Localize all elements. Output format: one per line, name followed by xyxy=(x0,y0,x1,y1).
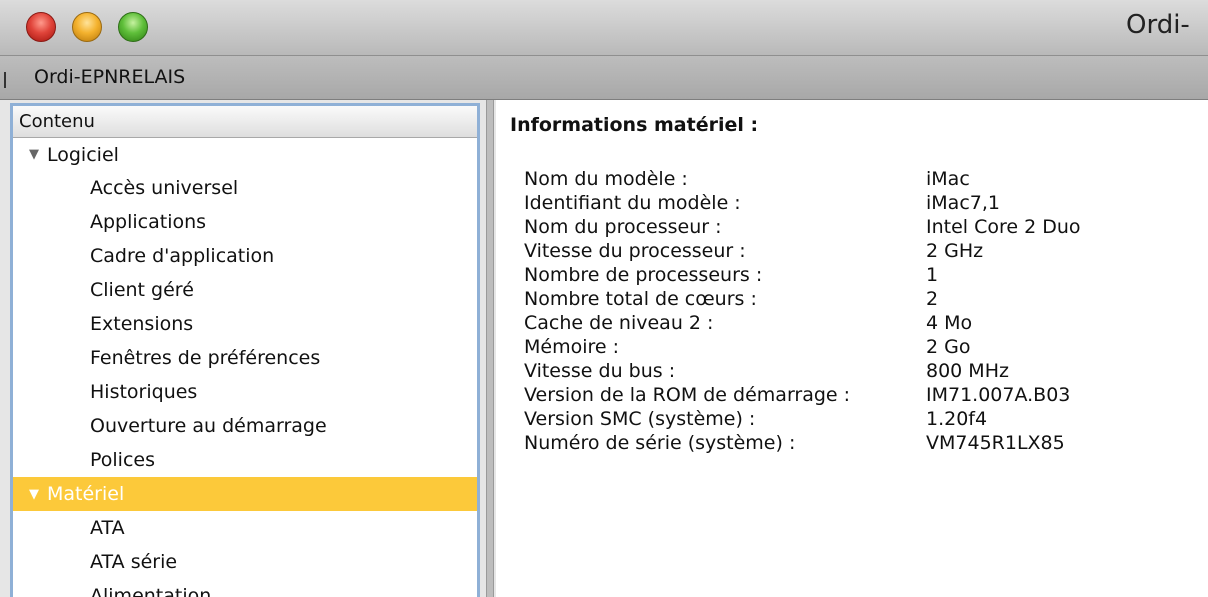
detail-pane: Informations matériel : Nom du modèle : i… xyxy=(496,100,1208,597)
content-area: Contenu ▼ Logiciel Accès universel Appli… xyxy=(0,100,1208,597)
info-row: Vitesse du processeur : 2 GHz xyxy=(524,240,1081,264)
sidebar-group-label: Logiciel xyxy=(47,143,119,166)
info-row: Vitesse du bus : 800 MHz xyxy=(524,360,1081,384)
sidebar-item-power[interactable]: Alimentation xyxy=(13,579,477,597)
info-value: IM71.007A.B03 xyxy=(926,384,1071,406)
info-label: Nombre de processeurs : xyxy=(524,264,763,286)
sidebar-item-ata[interactable]: ATA xyxy=(13,511,477,545)
disclosure-triangle-icon[interactable]: ▼ xyxy=(29,147,43,162)
info-label: Nom du processeur : xyxy=(524,216,722,238)
info-label: Vitesse du bus : xyxy=(524,360,676,382)
info-label: Mémoire : xyxy=(524,336,620,358)
sidebar-item-managed-client[interactable]: Client géré xyxy=(13,273,477,307)
left-edge-mark xyxy=(4,72,6,88)
sidebar-item-applications[interactable]: Applications xyxy=(13,205,477,239)
sidebar-item-extensions[interactable]: Extensions xyxy=(13,307,477,341)
info-row: Cache de niveau 2 : 4 Mo xyxy=(524,312,1081,336)
minimize-window-button[interactable] xyxy=(72,12,102,42)
sidebar-item-universal-access[interactable]: Accès universel xyxy=(13,171,477,205)
info-row: Identifiant du modèle : iMac7,1 xyxy=(524,192,1081,216)
info-value: VM745R1LX85 xyxy=(926,432,1065,454)
info-value: 2 xyxy=(926,288,939,310)
info-value: 1 xyxy=(926,264,939,286)
window-title: Ordi- xyxy=(1126,10,1190,40)
computer-name: Ordi-EPNRELAIS xyxy=(34,66,186,88)
sidebar-group-hardware[interactable]: ▼ Matériel xyxy=(13,477,477,511)
sidebar-group-label: Matériel xyxy=(47,483,125,505)
split-view-divider[interactable] xyxy=(486,100,494,597)
sidebar-item-startup-items[interactable]: Ouverture au démarrage xyxy=(13,409,477,443)
info-row: Version SMC (système) : 1.20f4 xyxy=(524,408,1081,432)
sidebar-item-frameworks[interactable]: Cadre d'application xyxy=(13,239,477,273)
info-value: 4 Mo xyxy=(926,312,973,334)
info-value: 1.20f4 xyxy=(926,408,988,430)
disclosure-triangle-icon[interactable]: ▼ xyxy=(29,487,43,502)
info-row: Mémoire : 2 Go xyxy=(524,336,1081,360)
sidebar-header: Contenu xyxy=(13,106,477,138)
info-label: Numéro de série (système) : xyxy=(524,432,796,454)
info-row: Nom du processeur : Intel Core 2 Duo xyxy=(524,216,1081,240)
info-label: Nombre total de cœurs : xyxy=(524,288,757,310)
info-row: Nombre total de cœurs : 2 xyxy=(524,288,1081,312)
info-label: Version de la ROM de démarrage : xyxy=(524,384,851,406)
contents-sidebar[interactable]: Contenu ▼ Logiciel Accès universel Appli… xyxy=(10,103,480,597)
info-value: Intel Core 2 Duo xyxy=(926,216,1081,238)
info-row: Nom du modèle : iMac xyxy=(524,168,1081,192)
info-label: Version SMC (système) : xyxy=(524,408,756,430)
info-value: 800 MHz xyxy=(926,360,1009,382)
info-label: Vitesse du processeur : xyxy=(524,240,746,262)
info-value: 2 GHz xyxy=(926,240,984,262)
info-value: iMac xyxy=(926,168,970,190)
info-value: iMac7,1 xyxy=(926,192,1000,214)
sidebar-item-logs[interactable]: Historiques xyxy=(13,375,477,409)
hardware-info-heading: Informations matériel : xyxy=(510,114,759,136)
info-row: Version de la ROM de démarrage : IM71.007… xyxy=(524,384,1081,408)
info-row: Numéro de série (système) : VM745R1LX85 xyxy=(524,432,1081,456)
info-label: Cache de niveau 2 : xyxy=(524,312,714,334)
close-window-button[interactable] xyxy=(26,12,56,42)
sidebar-item-serial-ata[interactable]: ATA série xyxy=(13,545,477,579)
title-bar: Ordi- xyxy=(0,0,1208,56)
info-row: Nombre de processeurs : 1 xyxy=(524,264,1081,288)
toolbar: Ordi-EPNRELAIS xyxy=(0,56,1208,100)
sidebar-item-fonts[interactable]: Polices xyxy=(13,443,477,477)
info-value: 2 Go xyxy=(926,336,971,358)
sidebar-item-preference-panes[interactable]: Fenêtres de préférences xyxy=(13,341,477,375)
zoom-window-button[interactable] xyxy=(118,12,148,42)
info-label: Nom du modèle : xyxy=(524,168,688,190)
info-label: Identifiant du modèle : xyxy=(524,192,741,214)
hardware-info-list: Nom du modèle : iMac Identifiant du modèl… xyxy=(524,168,1081,456)
sidebar-group-software[interactable]: ▼ Logiciel xyxy=(13,138,477,171)
